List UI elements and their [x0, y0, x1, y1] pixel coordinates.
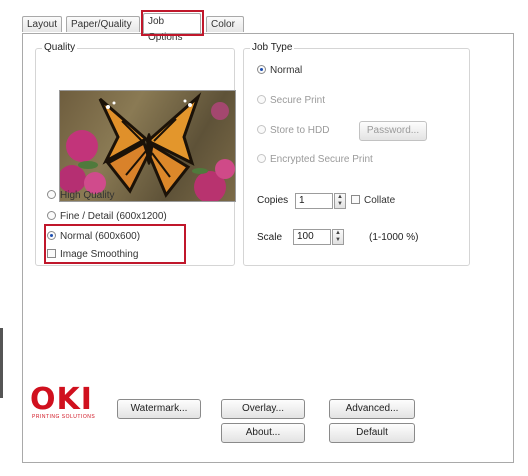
- job-type-legend: Job Type: [250, 41, 295, 55]
- job-normal-label: Normal: [270, 65, 303, 76]
- job-type-secure-print[interactable]: Secure Print: [257, 94, 325, 108]
- image-smoothing-label: Image Smoothing: [60, 249, 139, 260]
- quality-option-normal[interactable]: Normal (600x600): [47, 230, 140, 244]
- scale-range-label: (1-1000 %): [369, 232, 419, 243]
- fine-detail-label: Fine / Detail (600x1200): [60, 211, 167, 222]
- quality-option-high[interactable]: High Quality: [47, 189, 114, 203]
- image-smoothing-option[interactable]: Image Smoothing: [47, 248, 138, 262]
- quality-legend: Quality: [42, 41, 78, 55]
- job-type-encrypted[interactable]: Encrypted Secure Print: [257, 153, 373, 167]
- collate-option[interactable]: Collate: [351, 194, 395, 208]
- radio-store-hdd[interactable]: [257, 125, 266, 134]
- watermark-button[interactable]: Watermark...: [117, 399, 201, 419]
- radio-encrypted-secure-print[interactable]: [257, 154, 266, 163]
- default-button[interactable]: Default: [329, 423, 415, 443]
- password-button[interactable]: Password...: [359, 121, 427, 141]
- radio-secure-print[interactable]: [257, 95, 266, 104]
- about-button[interactable]: About...: [221, 423, 305, 443]
- job-options-panel: Quality High Quality Fine / Detail (600x…: [22, 33, 514, 463]
- tab-job-options[interactable]: Job Options: [143, 13, 201, 43]
- scale-spinner[interactable]: ▲ ▼: [332, 229, 344, 245]
- overlay-button[interactable]: Overlay...: [221, 399, 305, 419]
- tab-layout[interactable]: Layout: [22, 16, 62, 32]
- monarch-butterfly-photo: [59, 90, 236, 202]
- radio-job-normal[interactable]: [257, 65, 266, 74]
- job-type-store-hdd[interactable]: Store to HDD: [257, 124, 329, 138]
- radio-normal[interactable]: [47, 231, 56, 240]
- oki-logo: OKI: [30, 382, 93, 417]
- advanced-button[interactable]: Advanced...: [329, 399, 415, 419]
- copies-input[interactable]: 1: [295, 193, 333, 209]
- radio-fine-detail[interactable]: [47, 211, 56, 220]
- print-preferences-dialog: Layout Paper/Quality Job Options Color Q…: [0, 0, 528, 476]
- quality-option-fine[interactable]: Fine / Detail (600x1200): [47, 210, 167, 224]
- tab-paper-quality[interactable]: Paper/Quality: [66, 16, 140, 32]
- job-type-normal[interactable]: Normal: [257, 64, 302, 78]
- high-quality-label: High Quality: [60, 190, 115, 201]
- radio-high-quality[interactable]: [47, 190, 56, 199]
- normal-label: Normal (600x600): [60, 231, 141, 242]
- window-edge: [0, 328, 3, 398]
- tab-color[interactable]: Color: [206, 16, 244, 32]
- copies-spinner[interactable]: ▲ ▼: [334, 193, 346, 209]
- image-smoothing-checkbox[interactable]: [47, 249, 56, 258]
- secure-print-label: Secure Print: [270, 95, 326, 106]
- copies-label: Copies: [257, 195, 289, 206]
- oki-tagline: PRINTING SOLUTIONS: [32, 414, 96, 420]
- scale-label: Scale: [257, 232, 283, 243]
- butterfly-image: [60, 92, 235, 201]
- collate-label: Collate: [364, 195, 396, 206]
- scale-input[interactable]: 100: [293, 229, 331, 245]
- collate-checkbox[interactable]: [351, 195, 360, 204]
- store-hdd-label: Store to HDD: [270, 125, 330, 136]
- encrypted-secure-print-label: Encrypted Secure Print: [270, 154, 373, 165]
